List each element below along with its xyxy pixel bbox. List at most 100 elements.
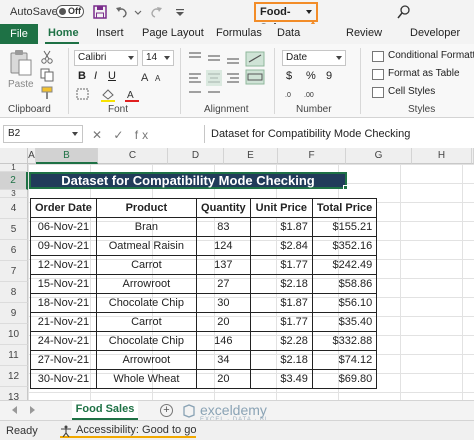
currency-button[interactable]: $ xyxy=(286,70,292,82)
cell-unit-price[interactable]: $1.87 xyxy=(249,293,313,313)
select-all-corner[interactable] xyxy=(0,148,28,164)
cell-unit-price[interactable]: $2.18 xyxy=(249,350,313,370)
cell-order-date[interactable]: 27-Nov-21 xyxy=(30,350,97,370)
next-sheet-icon[interactable] xyxy=(30,406,35,414)
cut-icon[interactable] xyxy=(40,50,54,64)
fill-handle[interactable] xyxy=(343,185,348,190)
cell-total-price[interactable]: $242.49 xyxy=(311,255,378,275)
cell-quantity[interactable]: 137 xyxy=(195,255,251,275)
cell-quantity[interactable]: 30 xyxy=(195,293,251,313)
row-header-12[interactable]: 12 xyxy=(0,366,28,387)
cell-product[interactable]: Chocolate Chip xyxy=(95,293,197,313)
copy-icon[interactable] xyxy=(40,68,54,82)
header-total-price[interactable]: Total Price xyxy=(311,198,378,218)
font-name-select[interactable]: Calibri xyxy=(74,50,138,66)
formula-input[interactable]: Dataset for Compatibility Mode Checking xyxy=(204,125,472,143)
cell-quantity[interactable]: 146 xyxy=(195,331,251,351)
column-header-e[interactable]: E xyxy=(224,148,278,164)
row-header-3[interactable]: 3 xyxy=(0,190,28,198)
tab-insert[interactable]: Insert xyxy=(96,27,124,39)
cell-total-price[interactable]: $74.12 xyxy=(311,350,378,370)
cell-unit-price[interactable]: $3.49 xyxy=(249,369,313,389)
save-icon[interactable] xyxy=(92,4,108,20)
cell-quantity[interactable]: 34 xyxy=(195,350,251,370)
tab-review[interactable]: Review xyxy=(346,27,382,39)
row-header-11[interactable]: 11 xyxy=(0,345,28,366)
cell-total-price[interactable]: $56.10 xyxy=(311,293,378,313)
alignment-controls-icon[interactable] xyxy=(186,50,268,100)
cell-unit-price[interactable]: $2.18 xyxy=(249,274,313,294)
cell-total-price[interactable]: $58.86 xyxy=(311,274,378,294)
cell-product[interactable]: Carrot xyxy=(95,312,197,332)
cell-quantity[interactable]: 20 xyxy=(195,369,251,389)
column-header-h[interactable]: H xyxy=(412,148,472,164)
column-header-g[interactable]: G xyxy=(346,148,412,164)
prev-sheet-icon[interactable] xyxy=(12,406,17,414)
cell-order-date[interactable]: 06-Nov-21 xyxy=(30,217,97,237)
tab-page-layout[interactable]: Page Layout xyxy=(142,27,204,39)
cell-quantity[interactable]: 124 xyxy=(195,236,251,256)
column-header-c[interactable]: C xyxy=(98,148,168,164)
comma-button[interactable]: 9 xyxy=(326,70,332,82)
tab-formulas[interactable]: Formulas xyxy=(216,27,262,39)
undo-icon[interactable] xyxy=(114,4,130,20)
row-header-1[interactable]: 1 xyxy=(0,164,28,172)
column-header-b[interactable]: B xyxy=(36,148,98,164)
font-size-select[interactable]: 14 xyxy=(142,50,174,66)
cell-order-date[interactable]: 15-Nov-21 xyxy=(30,274,97,294)
tab-developer[interactable]: Developer xyxy=(410,27,460,39)
document-title[interactable]: Food-Sales xyxy=(254,2,318,34)
cell-product[interactable]: Chocolate Chip xyxy=(95,331,197,351)
undo-dropdown-icon[interactable] xyxy=(130,4,146,20)
cell-product[interactable]: Carrot xyxy=(95,255,197,275)
row-header-13[interactable]: 13 xyxy=(0,387,28,400)
cell-total-price[interactable]: $155.21 xyxy=(311,217,378,237)
accessibility-status[interactable]: Accessibility: Good to go xyxy=(60,423,197,438)
underline-button[interactable]: U xyxy=(108,70,116,82)
tab-home[interactable]: Home xyxy=(48,27,79,39)
column-header-d[interactable]: D xyxy=(168,148,224,164)
row-header-6[interactable]: 6 xyxy=(0,240,28,261)
row-header-7[interactable]: 7 xyxy=(0,261,28,282)
italic-button[interactable]: I xyxy=(94,70,97,82)
row-header-8[interactable]: 8 xyxy=(0,282,28,303)
column-header-a[interactable]: A xyxy=(28,148,36,164)
autosave-toggle[interactable]: Off xyxy=(56,5,84,18)
cell-order-date[interactable]: 18-Nov-21 xyxy=(30,293,97,313)
borders-icon[interactable] xyxy=(76,88,90,100)
header-quantity[interactable]: Quantity xyxy=(195,198,251,218)
cell-total-price[interactable]: $35.40 xyxy=(311,312,378,332)
search-icon[interactable] xyxy=(396,4,412,20)
cell-product[interactable]: Oatmeal Raisin xyxy=(95,236,197,256)
cell-unit-price[interactable]: $1.77 xyxy=(249,255,313,275)
row-header-5[interactable]: 5 xyxy=(0,219,28,240)
row-header-10[interactable]: 10 xyxy=(0,324,28,345)
cell-unit-price[interactable]: $2.28 xyxy=(249,331,313,351)
decimal-icons[interactable]: .0 .00 xyxy=(284,88,324,100)
cell-product[interactable]: Whole Wheat xyxy=(95,369,197,389)
font-size-icons[interactable]: A A xyxy=(140,70,172,84)
cell-quantity[interactable]: 83 xyxy=(195,217,251,237)
header-product[interactable]: Product xyxy=(95,198,197,218)
header-unit-price[interactable]: Unit Price xyxy=(249,198,313,218)
worksheet-grid[interactable]: A B C D E F G H 1 2 3 4 5 6 7 8 9 10 11 … xyxy=(0,148,474,400)
cell-total-price[interactable]: $332.88 xyxy=(311,331,378,351)
cell-unit-price[interactable]: $2.84 xyxy=(249,236,313,256)
dataset-title-cell[interactable]: Dataset for Compatibility Mode Checking xyxy=(29,172,347,189)
row-header-9[interactable]: 9 xyxy=(0,303,28,324)
customize-toolbar-icon[interactable] xyxy=(172,4,188,20)
tab-file[interactable]: File xyxy=(0,24,38,44)
row-header-2[interactable]: 2 xyxy=(0,172,28,190)
cell-unit-price[interactable]: $1.87 xyxy=(249,217,313,237)
cell-order-date[interactable]: 09-Nov-21 xyxy=(30,236,97,256)
formula-bar-buttons[interactable]: ✕ ✓ fx xyxy=(92,128,152,142)
cell-order-date[interactable]: 21-Nov-21 xyxy=(30,312,97,332)
name-box[interactable]: B2 xyxy=(3,125,83,143)
sheet-tab-food-sales[interactable]: Food Sales xyxy=(72,401,138,420)
row-header-4[interactable]: 4 xyxy=(0,198,28,219)
paste-icon[interactable] xyxy=(8,48,34,78)
cell-order-date[interactable]: 24-Nov-21 xyxy=(30,331,97,351)
header-order-date[interactable]: Order Date xyxy=(30,198,97,218)
cell-product[interactable]: Bran xyxy=(95,217,197,237)
cell-total-price[interactable]: $69.80 xyxy=(311,369,378,389)
